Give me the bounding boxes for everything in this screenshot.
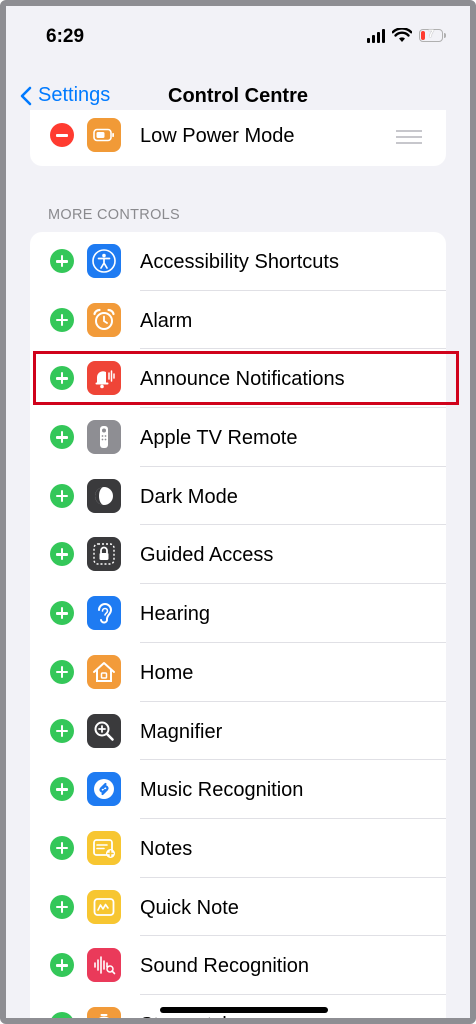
add-control-button[interactable] xyxy=(50,718,74,743)
battery-level: 7 xyxy=(427,28,435,40)
control-label: Apple TV Remote xyxy=(140,427,298,450)
section-header-more-controls: MORE CONTROLS xyxy=(48,207,180,223)
control-row-low-power-mode: Low Power Mode xyxy=(30,110,446,166)
magnifier-icon xyxy=(87,713,121,748)
add-control-button[interactable] xyxy=(50,835,74,860)
control-row-accessibility-shortcuts[interactable]: Accessibility Shortcuts xyxy=(30,232,446,291)
stopwatch-icon xyxy=(87,1006,121,1018)
control-label: Dark Mode xyxy=(140,485,238,508)
status-time: 6:29 xyxy=(46,26,85,47)
control-row-hearing[interactable]: Hearing xyxy=(30,584,446,643)
control-row-magnifier[interactable]: Magnifier xyxy=(30,702,446,761)
home-icon xyxy=(87,654,121,689)
lock-icon xyxy=(87,537,121,572)
add-control-button[interactable] xyxy=(50,953,74,978)
alarm-clock-icon xyxy=(87,302,121,337)
highlight-box-announce-notifications xyxy=(33,351,459,405)
waveform-icon xyxy=(87,948,121,983)
add-control-button[interactable] xyxy=(50,483,74,508)
add-control-button[interactable] xyxy=(50,601,74,626)
notes-icon xyxy=(87,830,121,865)
battery-icon: 7 xyxy=(419,28,443,42)
control-label: Hearing xyxy=(140,603,211,626)
control-label: Accessibility Shortcuts xyxy=(140,251,339,273)
dark-mode-icon xyxy=(87,478,121,513)
control-row-home[interactable]: Home xyxy=(30,643,446,702)
phone-screen: 6:29 7 Settings Control Centre Low Power… xyxy=(0,0,476,1024)
control-label: Stopwatch xyxy=(140,1014,233,1018)
control-row-apple-tv-remote[interactable]: Apple TV Remote xyxy=(30,408,446,467)
control-label: Home xyxy=(140,661,194,684)
reorder-handle-icon[interactable] xyxy=(396,130,422,148)
control-label: Alarm xyxy=(140,309,193,332)
control-label: Music Recognition xyxy=(140,779,304,802)
add-control-button[interactable] xyxy=(50,777,74,802)
add-control-button[interactable] xyxy=(50,894,74,919)
quick-note-icon xyxy=(87,889,121,924)
add-control-button[interactable] xyxy=(50,249,74,273)
status-icons: 7 xyxy=(367,28,446,43)
wifi-icon xyxy=(392,28,412,42)
control-row-quick-note[interactable]: Quick Note xyxy=(30,878,446,937)
ear-icon xyxy=(87,596,121,631)
add-control-button[interactable] xyxy=(50,659,74,684)
control-label: Quick Note xyxy=(140,896,239,919)
control-row-guided-access[interactable]: Guided Access xyxy=(30,525,446,585)
control-row-alarm[interactable]: Alarm xyxy=(30,291,446,350)
add-control-button[interactable] xyxy=(50,1011,74,1018)
control-row-notes[interactable]: Notes xyxy=(30,819,446,878)
included-controls-list: Low Power Mode xyxy=(30,110,446,166)
control-row-dark-mode[interactable]: Dark Mode xyxy=(30,467,446,526)
cellular-signal-icon xyxy=(367,28,385,43)
tv-remote-icon xyxy=(87,420,121,455)
remove-control-button[interactable] xyxy=(50,123,74,147)
control-label: Low Power Mode xyxy=(140,125,295,147)
control-label: Sound Recognition xyxy=(140,955,310,978)
control-row-sound-recognition[interactable]: Sound Recognition xyxy=(30,936,446,995)
control-label: Notes xyxy=(140,837,193,860)
status-bar: 6:29 7 xyxy=(6,6,470,70)
shazam-icon xyxy=(87,772,121,807)
add-control-button[interactable] xyxy=(50,542,74,567)
add-control-button[interactable] xyxy=(50,307,74,332)
home-indicator[interactable] xyxy=(160,1007,328,1013)
control-row-music-recognition[interactable]: Music Recognition xyxy=(30,760,446,819)
battery-icon xyxy=(87,118,121,152)
page-title: Control Centre xyxy=(168,85,308,107)
control-label: Magnifier xyxy=(140,720,223,743)
accessibility-icon xyxy=(87,244,121,278)
control-label: Guided Access xyxy=(140,544,274,567)
add-control-button[interactable] xyxy=(50,425,74,450)
